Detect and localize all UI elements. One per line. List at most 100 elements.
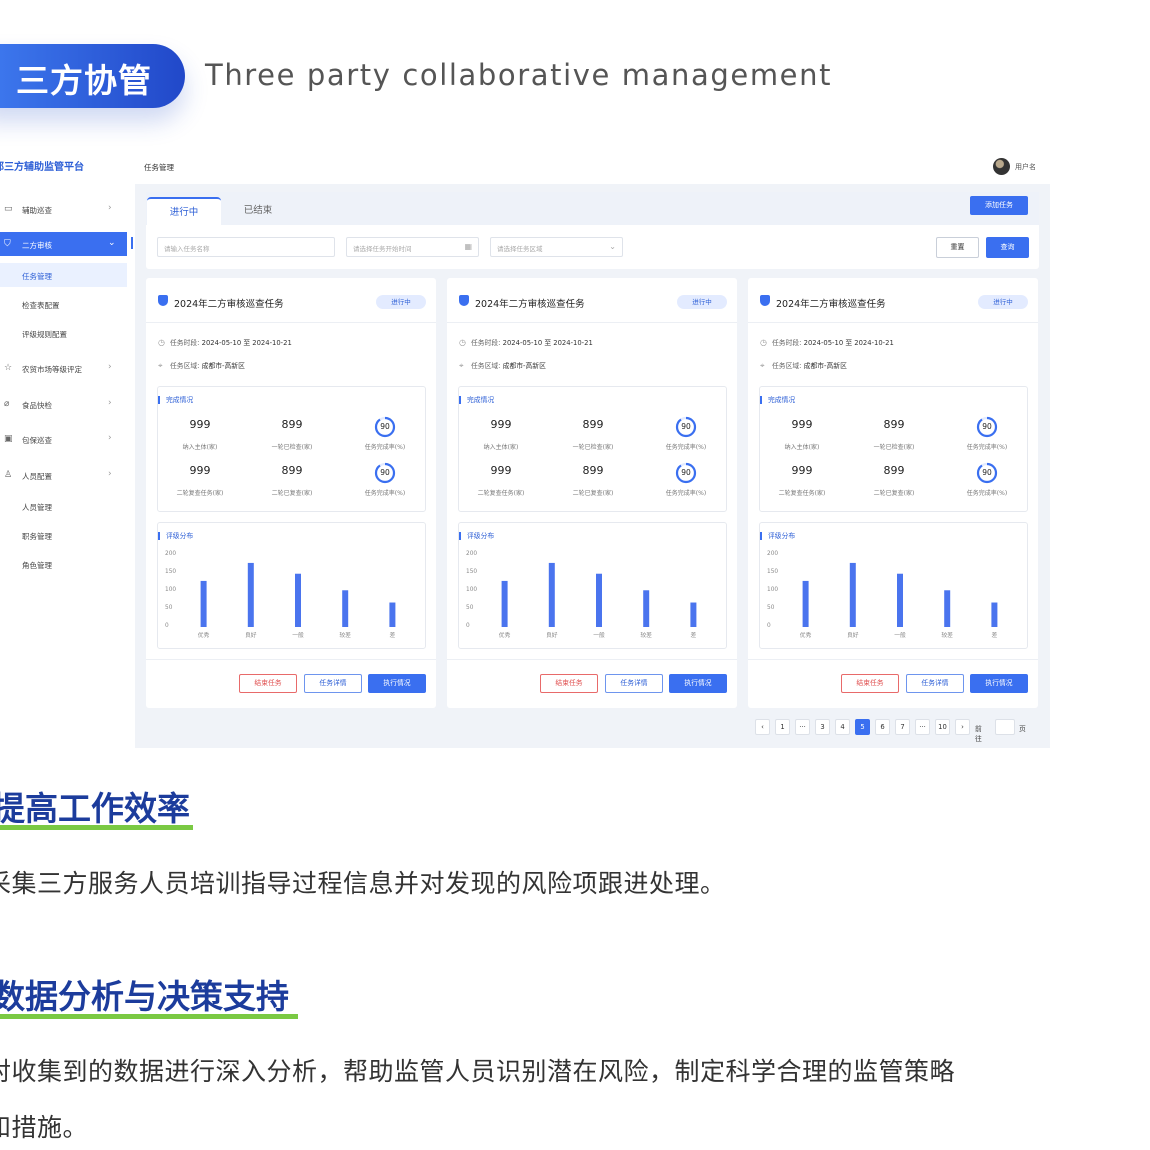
stat-value: 899 [281,418,303,431]
ring-value: 90 [681,468,691,477]
region-select[interactable]: 请选择任务区域 ⌄ [490,237,623,257]
chevron-right-icon: › [108,398,112,408]
task-detail-button[interactable]: 任务详情 [906,674,964,693]
task-detail-button[interactable]: 任务详情 [605,674,663,693]
goto-page-input[interactable] [995,719,1015,735]
y-tick-label: 100 [767,587,779,593]
stat-label: 二轮复查任务(家) [778,490,826,497]
divider [146,659,436,660]
completion-panel: 完成情况 999 纳入主体(家) 899 一轮已检查(家) 90 任务完成率(%… [759,386,1028,512]
execution-status-button[interactable]: 执行情况 [669,674,727,693]
task-region: ⌖ 任务区域: 成都市-高新区 [459,360,546,371]
period-label: 任务时段: [772,339,802,347]
x-tick-label: 一般 [292,633,304,639]
flask-icon: ⌀ [4,399,10,409]
sidebar-item-label: 人员配置 [22,472,52,481]
progress-ring: 90 [675,462,697,484]
sidebar-item-food-test[interactable]: ⌀ 食品快检 › [0,392,127,416]
query-button[interactable]: 查询 [986,237,1029,258]
reset-button[interactable]: 重置 [936,237,979,258]
execution-status-button[interactable]: 执行情况 [970,674,1028,693]
top-bar: 任务管理 用户名 [135,150,1050,184]
page-button-current[interactable]: 5 [855,719,870,735]
tab-in-progress[interactable]: 进行中 [147,197,221,225]
task-period: ◷ 任务时段: 2024-05-10 至 2024-10-21 [158,337,292,347]
y-tick-label: 50 [165,605,173,611]
sidebar-item-guarantee-patrol[interactable]: ▣ 包保巡查 › [0,427,127,451]
sidebar-item-label: 二方审核 [22,241,52,250]
username[interactable]: 用户名 [1015,162,1036,172]
task-period: ◷ 任务时段: 2024-05-10 至 2024-10-21 [760,337,894,347]
period-value: 2024-05-10 至 2024-10-21 [201,339,292,347]
end-task-button[interactable]: 结束任务 [540,674,598,693]
end-task-button[interactable]: 结束任务 [841,674,899,693]
sidebar-item-review[interactable]: ⛉ 二方审核 ⌄ [0,232,127,256]
sidebar-sub-rating-rules[interactable]: 评级规则配置 [0,321,127,345]
end-task-button[interactable]: 结束任务 [239,674,297,693]
prev-page-button[interactable]: ‹ [755,719,770,735]
shield-icon [459,295,469,306]
stat-label: 任务完成率(%) [966,444,1008,451]
sidebar-item-label: 包保巡查 [22,436,52,445]
avatar[interactable] [993,158,1010,175]
chevron-down-icon: ⌄ [108,238,116,248]
sidebar-item-market-rating[interactable]: ☆ 农贸市场等级评定 › [0,356,127,380]
sidebar-sub-role-management[interactable]: 角色管理 [0,552,127,576]
stat-label: 二轮已复查(家) [873,490,915,497]
page-button[interactable]: 1 [775,719,790,735]
sidebar-sub-checklist-config[interactable]: 检查表配置 [0,292,127,316]
execution-status-button[interactable]: 执行情况 [368,674,426,693]
stat-value: 899 [582,418,604,431]
calendar-icon: ▭ [4,204,13,214]
shield-icon [158,295,168,306]
task-period: ◷ 任务时段: 2024-05-10 至 2024-10-21 [459,337,593,347]
start-date-picker[interactable]: 请选择任务开始时间 ▦ [346,237,479,257]
divider [447,659,737,660]
ring-value: 90 [380,422,390,431]
sidebar-item-label: 食品快检 [22,401,52,410]
sidebar-sub-position-management[interactable]: 职务管理 [0,523,127,547]
bar-优秀 [501,580,508,627]
sidebar-item-staff-config[interactable]: ♙ 人员配置 › [0,463,127,487]
sidebar-item-patrol[interactable]: ▭ 辅助巡查 › [0,197,127,221]
x-tick-label: 一般 [894,633,906,639]
rating-chart-panel: 评级分布 200 150 100 50 0 优秀 良好 一般 较差差 [759,522,1028,649]
page-button[interactable]: 3 [815,719,830,735]
sidebar-sub-staff-management[interactable]: 人员管理 [0,494,127,518]
bar-良好 [548,562,555,627]
sidebar-sub-task-management[interactable]: 任务管理 [0,263,127,287]
task-card: 2024年二方审核巡查任务 进行中 ◷ 任务时段: 2024-05-10 至 20… [748,278,1038,708]
stat-label: 二轮已复查(家) [572,490,614,497]
collapse-handle[interactable] [131,237,133,249]
stat-label: 二轮已复查(家) [271,490,313,497]
y-tick-label: 150 [767,569,779,575]
divider [146,322,436,323]
chevron-right-icon: › [108,469,112,479]
page-button[interactable]: 10 [935,719,950,735]
section-title-analysis: 数据分析与决策支持 [0,977,289,1016]
page-button[interactable]: 7 [895,719,910,735]
bar-差 [991,602,998,627]
tab-finished[interactable]: 已结束 [221,197,295,225]
region-value: 成都市-高新区 [803,362,847,370]
next-page-button[interactable]: › [955,719,970,735]
section-title-efficiency: 提高工作效率 [0,789,190,828]
sidebar: 郭三方辅助监管平台 ▭ 辅助巡查 › ⛉ 二方审核 ⌄ 任务管理 检查表配置 评… [0,150,127,748]
page-ellipsis[interactable]: ··· [915,719,930,735]
user-icon: ♙ [4,470,13,480]
page-button[interactable]: 4 [835,719,850,735]
page-ellipsis[interactable]: ··· [795,719,810,735]
x-tick-label: 差 [389,633,396,639]
page-button[interactable]: 6 [875,719,890,735]
breadcrumb: 任务管理 [144,163,174,172]
rating-chart-panel: 评级分布 200 150 100 50 0 优秀 良好 一般 较差差 [458,522,727,649]
card-title: 2024年二方审核巡查任务 [475,299,585,310]
card-title: 2024年二方审核巡查任务 [174,299,284,310]
add-task-button[interactable]: 添加任务 [970,196,1028,215]
chevron-down-icon: ⌄ [609,242,616,251]
task-detail-button[interactable]: 任务详情 [304,674,362,693]
stat-label: 纳入主体(家) [483,444,519,451]
bar-较差 [643,590,650,627]
period-value: 2024-05-10 至 2024-10-21 [803,339,894,347]
task-name-input[interactable]: 请输入任务名称 [157,237,335,257]
